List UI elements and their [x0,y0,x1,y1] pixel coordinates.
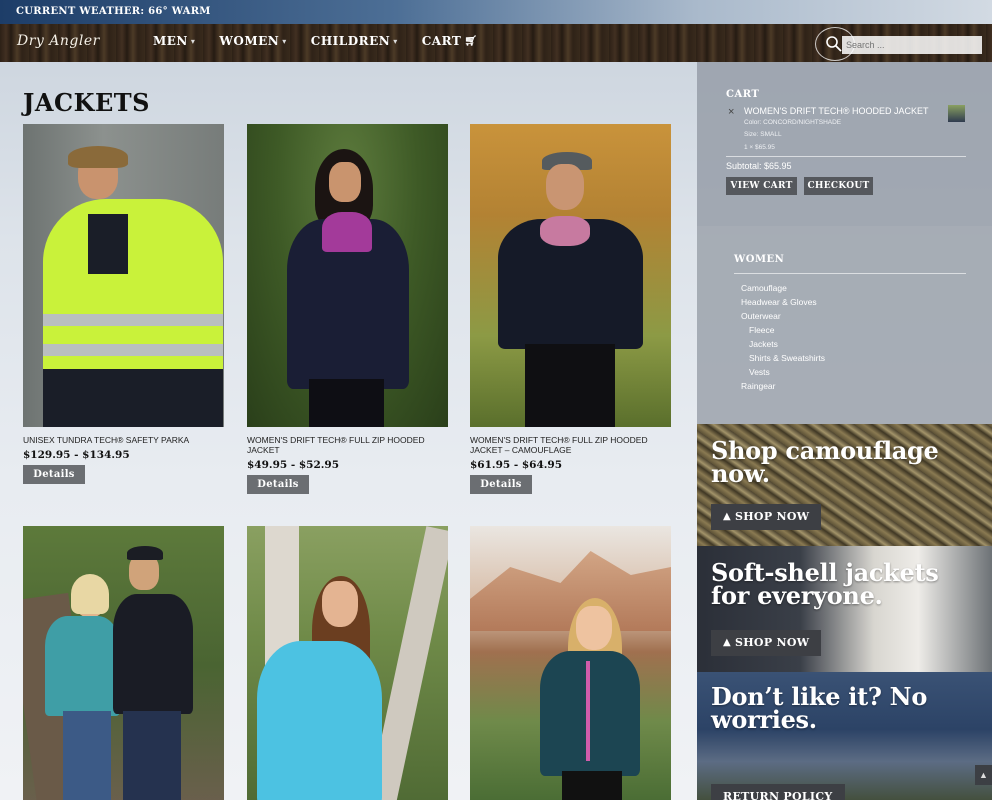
product-image[interactable] [23,124,224,427]
product-card: WOMEN'S DRIFT TECH® FULL ZIP HOODED JACK… [470,124,671,495]
cart-widget: CART × WOMEN'S DRIFT TECH® HOODED JACKET… [697,62,992,226]
product-card: WOMEN'S DRIFT TECH® FULL ZIP HOODED JACK… [247,124,448,495]
promo-banner-camouflage[interactable]: Shop camouflage now. ▲ SHOP NOW [697,424,992,546]
product-image[interactable] [247,124,448,427]
view-cart-button[interactable]: VIEW CART [726,177,797,195]
nav-women[interactable]: WOMEN ▾ [219,34,286,48]
product-price: $49.95 - $52.95 [247,459,340,472]
product-name[interactable]: WOMEN'S DRIFT TECH® FULL ZIP HOODED JACK… [247,435,448,455]
promo-banner-softshell[interactable]: Soft-shell jackets for everyone. ▲ SHOP … [697,546,992,672]
category-title: WOMEN [734,254,785,265]
shop-now-label: SHOP NOW [735,510,810,523]
product-card: UNISEX TUNDRA TECH® SAFETY PARKA $129.95… [23,124,224,485]
shop-now-label: SHOP NOW [735,636,810,649]
details-button[interactable]: Details [247,475,309,495]
product-price: $61.95 - $64.95 [470,459,563,472]
product-image[interactable] [470,526,671,800]
category-link[interactable]: Raingear [741,381,776,391]
cart-subtotal: Subtotal: $65.95 [726,161,792,171]
nav-children[interactable]: CHILDREN ▾ [311,34,398,48]
weather-text: CURRENT WEATHER: 66° WARM [16,6,211,17]
product-name[interactable]: WOMEN'S DRIFT TECH® FULL ZIP HOODED JACK… [470,435,671,455]
product-image[interactable] [23,526,224,800]
promo-heading: Don’t like it? No worries. [711,685,927,734]
nav-cart[interactable]: CART 🛒︎ [422,34,478,48]
site-logo[interactable]: Dry Angler [17,33,100,49]
subcategory-link[interactable]: Fleece [749,325,775,335]
shop-now-button[interactable]: ▲ SHOP NOW [711,504,822,530]
cart-widget-title: CART [726,89,760,100]
chevron-up-icon[interactable]: ▲ [975,765,992,785]
divider [726,156,966,157]
promo-heading: Soft-shell jackets for everyone. [711,561,939,610]
nav-men[interactable]: MEN ▾ [153,34,195,48]
remove-item-icon[interactable]: × [728,106,734,118]
chevron-down-icon: ▾ [393,36,398,46]
details-button[interactable]: Details [23,465,85,485]
checkout-button[interactable]: CHECKOUT [804,177,873,195]
product-name[interactable]: UNISEX TUNDRA TECH® SAFETY PARKA [23,435,224,445]
cart-item-size: Size: SMALL [744,131,782,138]
cart-item-name[interactable]: WOMEN'S DRIFT TECH® HOODED JACKET [744,106,929,116]
chevron-down-icon: ▾ [190,36,196,46]
promo-heading: Shop camouflage now. [711,439,939,488]
promo-heading-line: for everyone. [711,580,883,610]
cart-item-qty-price: 1 × $65.95 [744,144,775,151]
product-image[interactable] [247,526,448,800]
product-image[interactable] [470,124,671,427]
details-button[interactable]: Details [470,475,532,495]
promo-heading-line: worries. [711,704,817,734]
product-card [23,526,224,800]
product-card [470,526,671,800]
nav-women-label: WOMEN [219,34,280,48]
tree-icon: ▲ [723,637,731,648]
tree-icon: ▲ [723,511,731,522]
search-input[interactable] [842,36,982,54]
category-link[interactable]: Outerwear [741,311,781,321]
cart-item-color: Color: CONCORD/NIGHTSHADE [744,119,842,126]
promo-banner-returns[interactable]: Don’t like it? No worries. RETURN POLICY [697,672,992,800]
cart-icon: 🛒︎ [464,35,478,47]
nav-men-label: MEN [153,34,188,48]
nav-cart-label: CART [421,34,462,48]
return-policy-button[interactable]: RETURN POLICY [711,784,845,800]
category-widget: WOMEN Camouflage Headwear & Gloves Outer… [697,226,992,424]
return-policy-label: RETURN POLICY [723,790,833,800]
promo-heading-line: now. [711,458,770,488]
product-card [247,526,448,800]
page-title: JACKETS [23,88,150,117]
weather-bar: CURRENT WEATHER: 66° WARM [0,0,992,24]
cart-item-thumbnail[interactable] [948,105,965,122]
subcategory-link[interactable]: Vests [749,367,770,377]
subcategory-link[interactable]: Shirts & Sweatshirts [749,353,825,363]
category-link[interactable]: Camouflage [741,283,787,293]
main-nav: MEN ▾ WOMEN ▾ CHILDREN ▾ CART 🛒︎ [153,34,501,48]
divider [734,273,966,274]
shop-now-button[interactable]: ▲ SHOP NOW [711,630,822,656]
category-link[interactable]: Headwear & Gloves [741,297,817,307]
subcategory-link[interactable]: Jackets [749,339,778,349]
nav-children-label: CHILDREN [310,34,391,48]
product-price: $129.95 - $134.95 [23,449,130,462]
chevron-down-icon: ▾ [282,36,287,46]
